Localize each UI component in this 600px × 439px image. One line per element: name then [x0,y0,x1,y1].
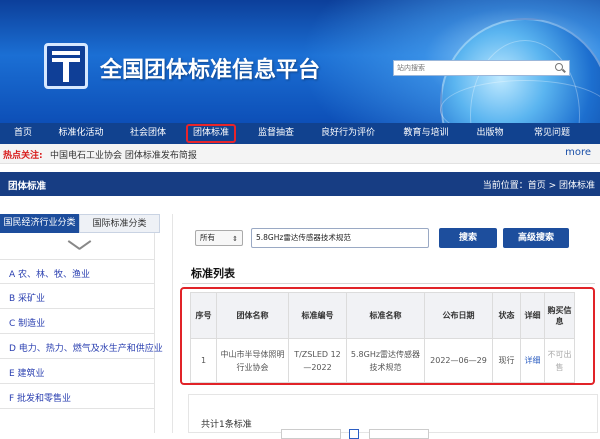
cell-org: 中山市半导体照明行业协会 [216,338,289,383]
category-item[interactable]: D 电力、热力、燃气及水生产和供应业 [0,334,163,359]
site-logo-icon[interactable] [44,43,88,89]
category-item[interactable]: E 建筑业 [0,359,155,384]
standard-search-input[interactable]: 5.8GHz雷达传感器技术规范 [251,228,429,248]
nav-item-good-behavior[interactable]: 良好行为评价 [314,123,382,144]
col-header-purchase: 购买信息 [544,292,575,339]
advanced-search-button[interactable]: 高级搜索 [503,228,569,248]
category-item[interactable]: C 制造业 [0,309,155,334]
site-search [393,60,570,76]
category-item[interactable]: B 采矿业 [0,284,155,309]
hot-topics-bar: 热点关注: 中国电石工业协会 团体标准发布简报 more [0,144,600,164]
nav-item-education[interactable]: 教育与培训 [396,123,456,144]
search-icon[interactable] [554,62,566,74]
cell-code: T/ZSLED 12—2022 [288,338,347,383]
section-header: 团体标准 当前位置：首页 > 团体标准 [0,172,600,196]
col-header-name: 标准名称 [346,292,425,339]
site-search-input[interactable] [394,61,544,75]
col-header-index: 序号 [190,292,217,339]
scope-select-value: 所有 [200,233,215,242]
pager-control[interactable] [281,429,341,439]
more-link[interactable]: more [565,147,591,158]
divider [182,283,595,284]
site-title: 全国团体标准信息平台 [100,58,321,83]
total-count: 共计1条标准 [201,420,252,430]
nav-item-organizations[interactable]: 社会团体 [122,123,174,144]
standards-table: 序号 团体名称 标准编号 标准名称 公布日期 状态 详细 购买信息 1 中山市半… [190,292,575,383]
chevron-down-icon[interactable] [67,240,92,252]
list-title: 标准列表 [191,267,235,280]
breadcrumb[interactable]: 当前位置：首页 > 团体标准 [483,178,595,191]
cell-name: 5.8GHz雷达传感器技术规范 [346,338,425,383]
category-item[interactable]: F 批发和零售业 [0,384,155,409]
category-list: A 农、林、牧、渔业 B 采矿业 C 制造业 D 电力、热力、燃气及水生产和供应… [0,259,163,409]
scope-select[interactable]: 所有 ⇕ [195,230,243,246]
col-header-date: 公布日期 [424,292,493,339]
nav-item-home[interactable]: 首页 [6,123,40,144]
nav-item-supervision[interactable]: 监督抽查 [250,123,302,144]
col-header-status: 状态 [492,292,521,339]
updown-arrow-icon: ⇕ [232,235,238,243]
page-number-button[interactable] [349,429,359,439]
tab-international-standard[interactable]: 国际标准分类 [79,214,160,233]
cell-date: 2022—06—29 [424,338,493,383]
pager-control[interactable] [369,429,429,439]
section-title: 团体标准 [8,181,47,192]
table-row: 1 中山市半导体照明行业协会 T/ZSLED 12—2022 5.8GHz雷达传… [190,338,575,383]
col-header-org: 团体名称 [216,292,289,339]
nav-item-faq[interactable]: 常见问题 [526,123,578,144]
tab-economic-industry[interactable]: 国民经济行业分类 [0,214,79,233]
cell-purchase: 不可出售 [544,338,575,383]
nav-item-publications[interactable]: 出版物 [468,123,512,144]
table-header-row: 序号 团体名称 标准编号 标准名称 公布日期 状态 详细 购买信息 [190,292,575,339]
col-header-detail: 详细 [520,292,545,339]
main-nav: 首页 标准化活动 社会团体 团体标准 监督抽查 良好行为评价 教育与培训 出版物… [0,123,600,144]
nav-item-activities[interactable]: 标准化活动 [50,123,112,144]
pagination-panel: 共计1条标准 [188,394,598,439]
classification-tabs: 国民经济行业分类 国际标准分类 [0,214,160,233]
hot-topics-link[interactable]: 中国电石工业协会 团体标准发布简报 [50,148,197,161]
col-header-code: 标准编号 [288,292,347,339]
search-button[interactable]: 搜索 [439,228,497,248]
nav-item-group-standards[interactable]: 团体标准 [186,124,236,143]
cell-status: 现行 [492,338,521,383]
header-banner: 全国团体标准信息平台 [0,0,600,123]
hot-topics-label: 热点关注: [3,151,43,161]
category-item[interactable]: A 农、林、牧、渔业 [0,259,155,284]
cell-index: 1 [190,338,217,383]
detail-link[interactable]: 详细 [520,338,545,383]
